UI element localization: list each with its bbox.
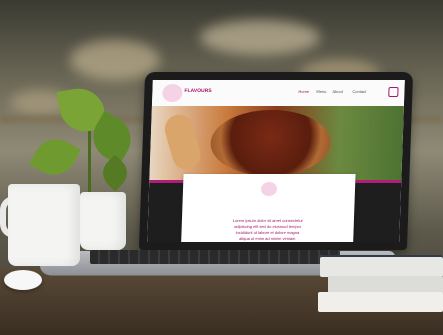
site-logo-icon[interactable] xyxy=(162,84,183,102)
stew-bowl xyxy=(209,110,332,176)
nav-contact[interactable]: Contact xyxy=(352,89,366,94)
book-bottom xyxy=(318,292,443,312)
background-light-1 xyxy=(70,40,160,80)
hero-food-image xyxy=(149,106,404,180)
small-dish xyxy=(4,270,42,290)
nav-about[interactable]: About xyxy=(332,89,343,94)
white-mug xyxy=(8,184,80,266)
card-text-1: Lorem ipsum dolor sit amet consectetur xyxy=(232,218,304,223)
plant-leaf-4 xyxy=(96,154,134,192)
background-light-2 xyxy=(200,20,320,55)
book-top xyxy=(320,255,443,277)
laptop-screen: FLAVOURS Home Menu About Contact Lorem i… xyxy=(147,80,405,242)
site-navbar: FLAVOURS Home Menu About Contact xyxy=(151,80,405,107)
plant-stem xyxy=(88,130,91,192)
wooden-spoon xyxy=(161,111,204,173)
card-text-4: aliqua ut enim ad minim veniam xyxy=(239,236,296,241)
site-brand: FLAVOURS xyxy=(184,88,212,94)
card-text-3: incididunt ut labore et dolore magna xyxy=(235,230,300,235)
basket-icon[interactable] xyxy=(388,87,399,97)
nav-home[interactable]: Home xyxy=(298,89,309,94)
laptop-lid: FLAVOURS Home Menu About Contact Lorem i… xyxy=(138,72,414,250)
plant-leaf-3 xyxy=(29,131,81,183)
nav-menu[interactable]: Menu xyxy=(316,89,326,94)
intro-card: Lorem ipsum dolor sit amet consectetur a… xyxy=(181,174,356,242)
laptop-keyboard xyxy=(90,250,340,264)
white-pot xyxy=(80,192,126,250)
card-logo-icon xyxy=(260,182,278,196)
card-text-2: adipiscing elit sed do eiusmod tempor xyxy=(234,224,302,229)
